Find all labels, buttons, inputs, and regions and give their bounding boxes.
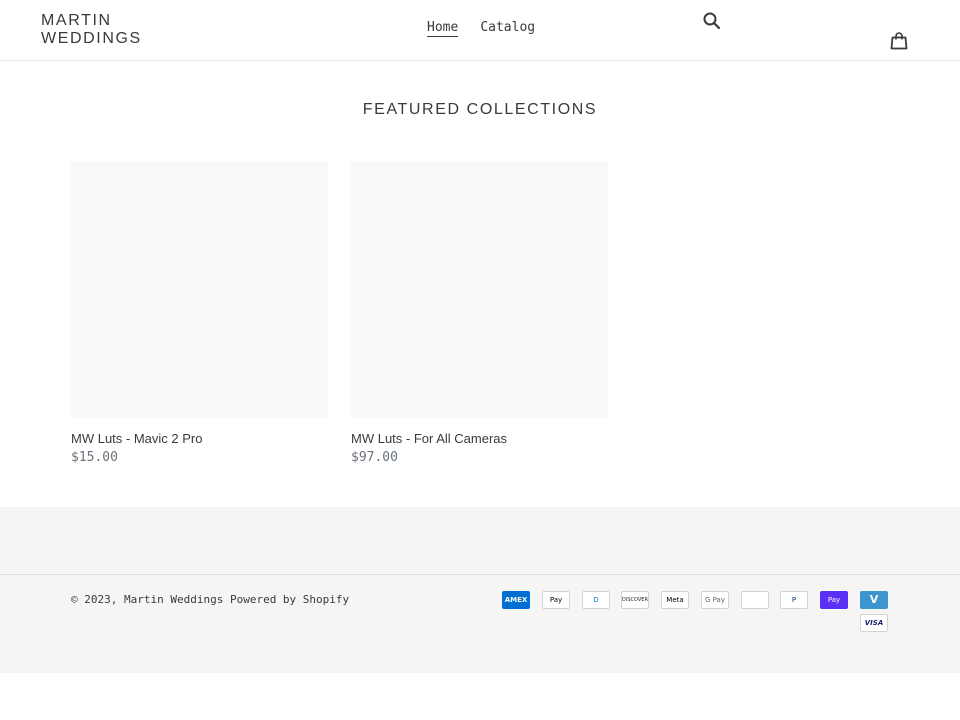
product-card[interactable]: MW Luts - Mavic 2 Pro $15.00: [71, 161, 328, 465]
visa-icon: VISA: [860, 614, 888, 632]
product-price: $97.00: [351, 450, 398, 465]
logo-line-1: MARTIN: [41, 12, 112, 29]
meta-pay-icon: Meta: [661, 591, 689, 609]
venmo-icon: V: [860, 591, 888, 609]
logo-line-2: WEDDINGS: [41, 30, 142, 47]
product-image[interactable]: [351, 161, 608, 418]
product-image[interactable]: [71, 161, 328, 418]
site-logo[interactable]: MARTIN WEDDINGS: [41, 12, 142, 48]
powered-by-link[interactable]: Powered by Shopify: [230, 593, 349, 606]
product-title[interactable]: MW Luts - For All Cameras: [351, 431, 608, 446]
footer-divider: [0, 574, 960, 575]
copyright-prefix: © 2023,: [71, 593, 118, 606]
product-price: $15.00: [71, 450, 118, 465]
apple-pay-icon: Pay: [542, 591, 570, 609]
discover-icon: DISCOVER: [621, 591, 649, 609]
google-pay-icon: G Pay: [701, 591, 729, 609]
site-footer: © 2023, Martin Weddings Powered by Shopi…: [0, 507, 960, 673]
mastercard-icon: [741, 591, 769, 609]
amex-icon: AMEX: [502, 591, 530, 609]
search-button[interactable]: [702, 11, 722, 31]
shopping-bag-icon: [890, 32, 908, 50]
search-icon: [703, 12, 721, 30]
section-title: FEATURED COLLECTIONS: [362, 101, 598, 118]
copyright: © 2023, Martin Weddings Powered by Shopi…: [71, 593, 349, 606]
shop-pay-icon: Pay: [820, 591, 848, 609]
product-card[interactable]: MW Luts - For All Cameras $97.00: [351, 161, 608, 465]
product-title[interactable]: MW Luts - Mavic 2 Pro: [71, 431, 328, 446]
nav-catalog-link[interactable]: Catalog: [480, 20, 535, 37]
main-nav: Home Catalog: [427, 20, 535, 37]
site-header: MARTIN WEDDINGS Home Catalog: [0, 0, 960, 61]
paypal-icon: P: [780, 591, 808, 609]
nav-home-link[interactable]: Home: [427, 20, 459, 37]
shop-name-link[interactable]: Martin Weddings: [124, 593, 223, 606]
diners-club-icon: D: [582, 591, 610, 609]
cart-button[interactable]: [889, 31, 909, 51]
